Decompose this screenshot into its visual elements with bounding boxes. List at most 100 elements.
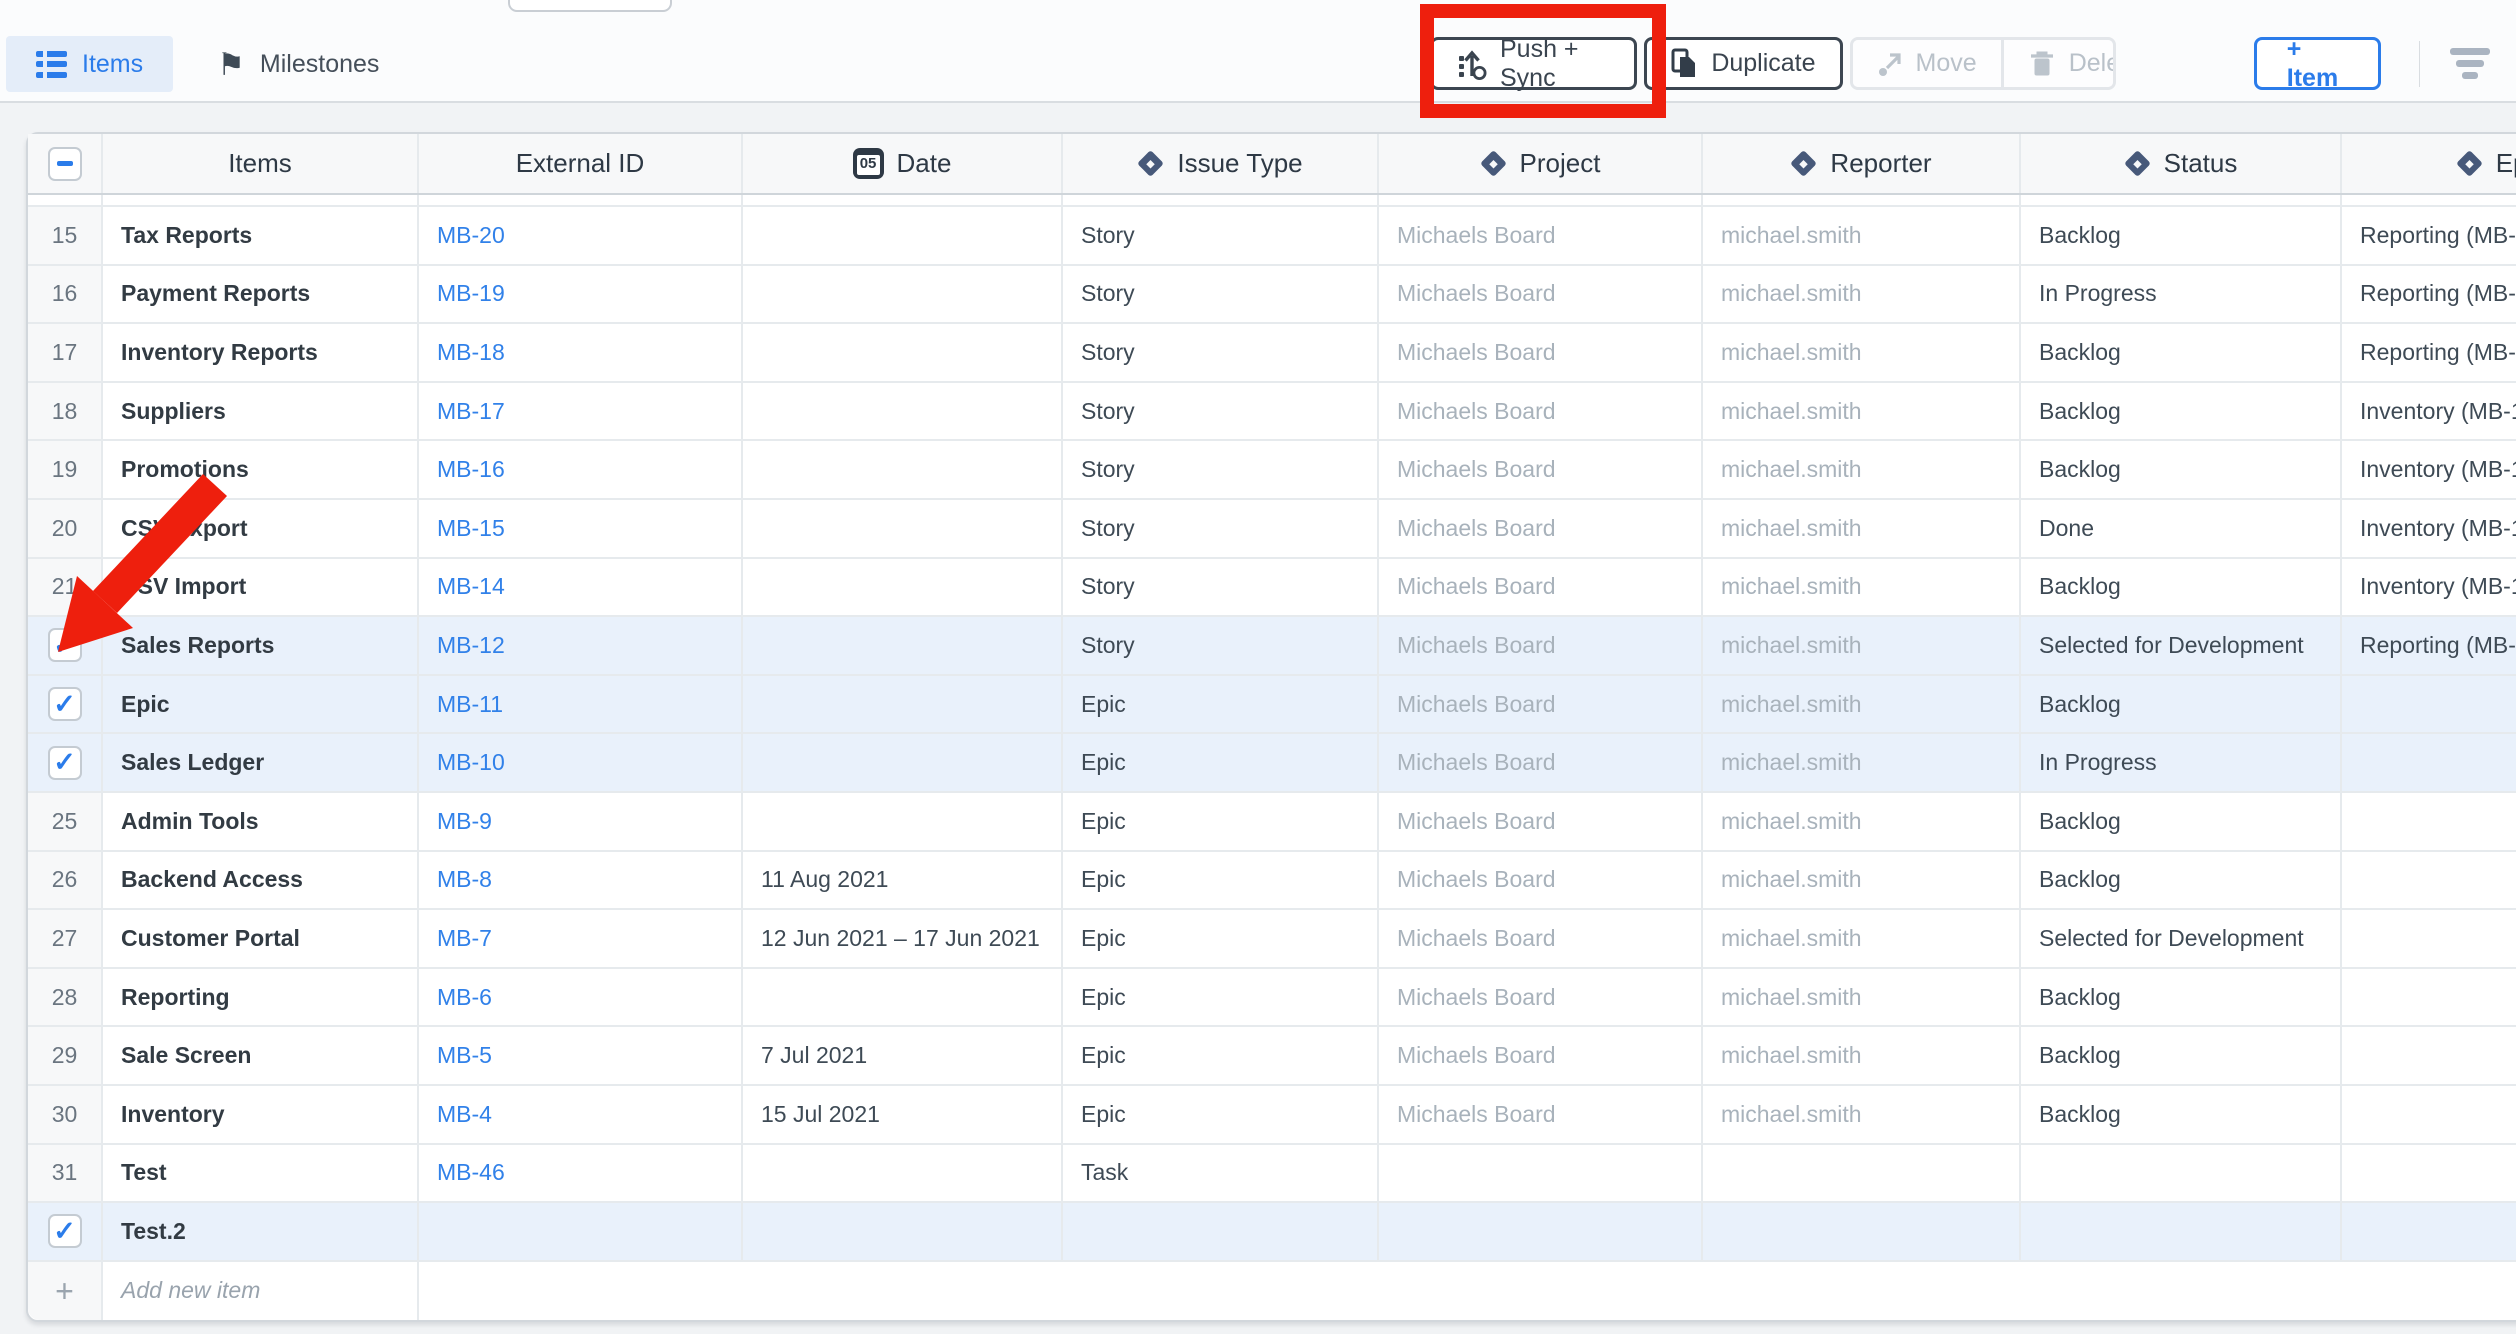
cell-item[interactable]: Test bbox=[103, 1145, 419, 1202]
cell-issue_type[interactable]: Story bbox=[1063, 441, 1379, 498]
cell-epic[interactable]: Inventory (MB-11) bbox=[2342, 441, 2516, 498]
cell-epic[interactable] bbox=[2342, 1027, 2516, 1084]
cell-date[interactable] bbox=[743, 324, 1063, 381]
tab-items[interactable]: Items bbox=[6, 36, 173, 92]
cell-status[interactable]: Done bbox=[2021, 500, 2342, 557]
cell-item[interactable]: Sales Reports bbox=[103, 617, 419, 674]
column-header-reporter[interactable]: Reporter bbox=[1703, 134, 2021, 193]
external-id-link[interactable]: MB-6 bbox=[419, 969, 743, 1026]
cell-date[interactable] bbox=[743, 383, 1063, 440]
cell-status[interactable]: Backlog bbox=[2021, 207, 2342, 264]
cell-date[interactable] bbox=[743, 793, 1063, 850]
cell-issue_type[interactable]: Epic bbox=[1063, 676, 1379, 733]
cell-date[interactable] bbox=[743, 559, 1063, 616]
column-header-items[interactable]: Items bbox=[103, 134, 419, 193]
row-checkbox[interactable]: ✓ bbox=[48, 687, 82, 721]
cell-item[interactable]: Inventory Reports bbox=[103, 324, 419, 381]
cell-status[interactable]: Backlog bbox=[2021, 852, 2342, 909]
cell-item[interactable]: Sale Screen bbox=[103, 1027, 419, 1084]
row-checkbox[interactable]: ✓ bbox=[48, 1214, 82, 1248]
cell-status[interactable]: Backlog bbox=[2021, 969, 2342, 1026]
cell-status[interactable]: Backlog bbox=[2021, 1027, 2342, 1084]
cell-issue_type[interactable]: Epic bbox=[1063, 852, 1379, 909]
external-id-link[interactable]: MB-46 bbox=[419, 1145, 743, 1202]
external-id-link[interactable]: MB-15 bbox=[419, 500, 743, 557]
external-id-link[interactable]: MB-12 bbox=[419, 617, 743, 674]
external-id-link[interactable]: MB-5 bbox=[419, 1027, 743, 1084]
cell-status[interactable] bbox=[2021, 1203, 2342, 1260]
cell-item[interactable]: Payment Reports bbox=[103, 266, 419, 323]
cell-status[interactable]: In Progress bbox=[2021, 734, 2342, 791]
external-id-link[interactable]: MB-14 bbox=[419, 559, 743, 616]
external-id-link[interactable]: MB-19 bbox=[419, 266, 743, 323]
cell-date[interactable]: 15 Jul 2021 bbox=[743, 1086, 1063, 1143]
cell-issue_type[interactable]: Epic bbox=[1063, 969, 1379, 1026]
cell-status[interactable]: In Progress bbox=[2021, 266, 2342, 323]
cell-issue_type[interactable]: Story bbox=[1063, 559, 1379, 616]
cell-status[interactable]: Backlog bbox=[2021, 793, 2342, 850]
column-header-epic[interactable]: Epic bbox=[2342, 134, 2516, 193]
cell-issue_type[interactable]: Story bbox=[1063, 500, 1379, 557]
cell-item[interactable]: Inventory bbox=[103, 1086, 419, 1143]
column-header-date[interactable]: 05Date bbox=[743, 134, 1063, 193]
cell-status[interactable]: Backlog bbox=[2021, 383, 2342, 440]
external-id-link[interactable]: MB-18 bbox=[419, 324, 743, 381]
cell-status[interactable]: Backlog bbox=[2021, 441, 2342, 498]
cell-item[interactable]: Customer Portal bbox=[103, 910, 419, 967]
cell-item[interactable]: Test.2 bbox=[103, 1203, 419, 1260]
cell-item[interactable]: Backend Access bbox=[103, 852, 419, 909]
column-header-project[interactable]: Project bbox=[1379, 134, 1703, 193]
cell-item[interactable]: Epic bbox=[103, 676, 419, 733]
cell-status[interactable]: Selected for Development bbox=[2021, 910, 2342, 967]
column-header-issue-type[interactable]: Issue Type bbox=[1063, 134, 1379, 193]
cell-item[interactable]: Promotions bbox=[103, 441, 419, 498]
cell-epic[interactable]: Inventory (MB-11) bbox=[2342, 383, 2516, 440]
cell-date[interactable] bbox=[743, 1145, 1063, 1202]
external-id-link[interactable]: MB-10 bbox=[419, 734, 743, 791]
cell-epic[interactable]: Reporting (MB-6) bbox=[2342, 266, 2516, 323]
cell-date[interactable] bbox=[743, 969, 1063, 1026]
cell-epic[interactable] bbox=[2342, 852, 2516, 909]
external-id-link[interactable]: MB-8 bbox=[419, 852, 743, 909]
cell-issue_type[interactable]: Epic bbox=[1063, 793, 1379, 850]
cell-date[interactable] bbox=[743, 207, 1063, 264]
cell-date[interactable] bbox=[743, 734, 1063, 791]
cell-epic[interactable] bbox=[2342, 676, 2516, 733]
cell-date[interactable]: 11 Aug 2021 bbox=[743, 852, 1063, 909]
cell-status[interactable]: Backlog bbox=[2021, 676, 2342, 733]
cell-epic[interactable] bbox=[2342, 1086, 2516, 1143]
cell-epic[interactable]: Reporting (MB-6) bbox=[2342, 207, 2516, 264]
tab-milestones[interactable]: ⚑ Milestones bbox=[187, 36, 409, 92]
cell-external_id[interactable] bbox=[419, 1203, 743, 1260]
external-id-link[interactable]: MB-7 bbox=[419, 910, 743, 967]
cell-status[interactable]: Backlog bbox=[2021, 559, 2342, 616]
cell-issue_type[interactable]: Story bbox=[1063, 324, 1379, 381]
cell-issue_type[interactable]: Story bbox=[1063, 617, 1379, 674]
cell-epic[interactable] bbox=[2342, 734, 2516, 791]
cell-date[interactable] bbox=[743, 266, 1063, 323]
add-new-item-input[interactable]: Add new item bbox=[103, 1262, 419, 1321]
duplicate-button[interactable]: Duplicate bbox=[1644, 37, 1842, 90]
cell-date[interactable] bbox=[743, 617, 1063, 674]
cell-item[interactable]: CSV Import bbox=[103, 559, 419, 616]
cell-epic[interactable] bbox=[2342, 1145, 2516, 1202]
column-header-status[interactable]: Status bbox=[2021, 134, 2342, 193]
cell-item[interactable]: Sales Ledger bbox=[103, 734, 419, 791]
row-checkbox[interactable]: ✓ bbox=[48, 746, 82, 780]
cell-epic[interactable]: Inventory (MB-11) bbox=[2342, 559, 2516, 616]
cell-item[interactable]: CSV Export bbox=[103, 500, 419, 557]
cell-date[interactable] bbox=[743, 441, 1063, 498]
add-row-plus[interactable]: + bbox=[28, 1262, 103, 1321]
external-id-link[interactable]: MB-9 bbox=[419, 793, 743, 850]
cell-status[interactable]: Selected for Development bbox=[2021, 617, 2342, 674]
cell-issue_type[interactable]: Story bbox=[1063, 383, 1379, 440]
cell-epic[interactable]: Inventory (MB-11) bbox=[2342, 500, 2516, 557]
select-all-checkbox[interactable] bbox=[48, 147, 82, 181]
cell-date[interactable]: 7 Jul 2021 bbox=[743, 1027, 1063, 1084]
cell-epic[interactable] bbox=[2342, 1203, 2516, 1260]
cell-epic[interactable]: Reporting (MB-6) bbox=[2342, 324, 2516, 381]
add-item-button[interactable]: + Item bbox=[2254, 37, 2381, 90]
cell-epic[interactable] bbox=[2342, 969, 2516, 1026]
external-id-link[interactable]: MB-20 bbox=[419, 207, 743, 264]
cell-epic[interactable] bbox=[2342, 793, 2516, 850]
